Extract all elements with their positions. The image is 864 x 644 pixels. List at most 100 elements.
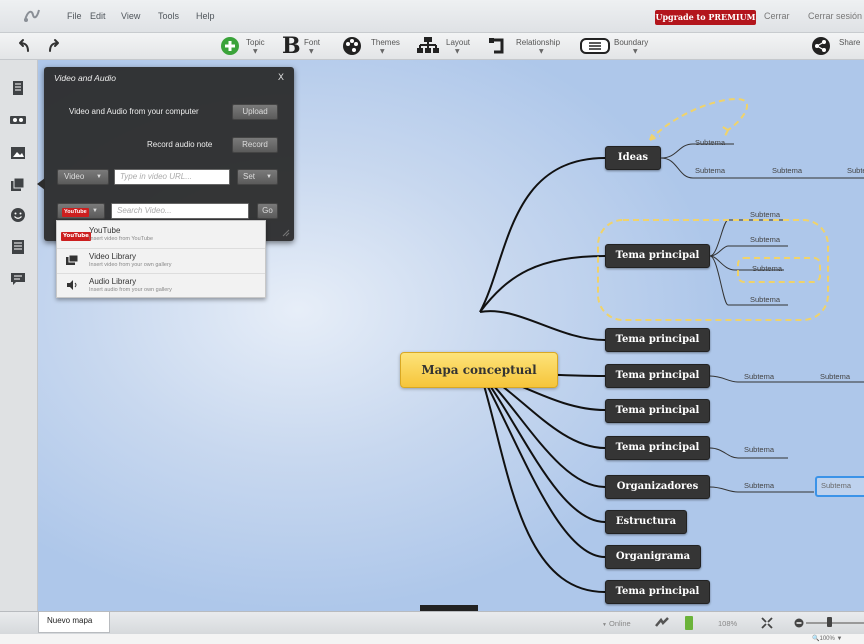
font-label: Font [304, 38, 321, 47]
comments-icon[interactable] [10, 272, 26, 286]
font-bold-icon: B [282, 33, 301, 59]
image-icon[interactable] [10, 146, 26, 160]
menu-view[interactable]: View [121, 11, 140, 21]
topic-tema-principal[interactable]: Tema principal [605, 328, 710, 352]
notes-icon[interactable] [10, 81, 26, 95]
set-button[interactable]: Set ▼ [237, 169, 278, 185]
topic-tema-principal[interactable]: Tema principal [605, 364, 710, 388]
dropdown-item-video-library[interactable]: Video Library Insert video from your own… [57, 248, 265, 272]
dropdown-item-title: Video Library [89, 252, 136, 261]
chevron-down-icon: ▼ [633, 48, 638, 55]
subtopic-boxed[interactable]: Subtema [752, 264, 782, 273]
layout-icon [417, 37, 439, 53]
go-button[interactable]: Go [257, 203, 278, 219]
chevron-down-icon: ▼ [380, 48, 385, 55]
speaker-icon [65, 280, 79, 291]
logout-link[interactable]: Cerrar sesión [808, 11, 862, 21]
dropdown-item-audio-library[interactable]: Audio Library Insert audio from your own… [57, 273, 265, 297]
set-label: Set [243, 172, 256, 181]
subtopic[interactable]: Subtema [695, 138, 725, 147]
add-topic-icon [221, 37, 239, 55]
online-label: Online [609, 619, 631, 628]
chevron-down-icon: ▼ [96, 174, 102, 180]
themes-button[interactable]: Themes ▼ [342, 35, 407, 57]
undo-button[interactable] [16, 35, 32, 57]
bottom-strip: 🔍100% ▼ [0, 634, 864, 644]
close-link[interactable]: Cerrar [764, 11, 790, 21]
chevron-down-icon: ▼ [309, 48, 314, 55]
subtopic[interactable]: Subtema [750, 295, 780, 304]
video-library-icon [65, 254, 79, 266]
subtopic[interactable]: Subtema [750, 235, 780, 244]
search-video-input[interactable]: Search Video... [111, 203, 249, 219]
video-url-input[interactable]: Type in video URL... [114, 169, 230, 185]
layout-button[interactable]: Layout ▼ [417, 35, 479, 57]
zoom-out-icon[interactable] [794, 618, 804, 628]
boundary-button[interactable]: Boundary ▼ [580, 35, 660, 57]
resize-handle-icon[interactable] [282, 229, 290, 237]
link-icon[interactable] [10, 113, 26, 127]
video-type-select[interactable]: Video ▼ [57, 169, 109, 185]
topic-tema-principal[interactable]: Tema principal [605, 436, 710, 460]
subtopic[interactable]: Subtema [695, 166, 725, 175]
chevron-down-icon: ▼ [92, 208, 98, 214]
dropdown-item-desc: Insert audio from your own gallery [89, 287, 172, 293]
subtopic[interactable]: Subtema [772, 166, 802, 175]
close-icon[interactable]: X [278, 73, 284, 83]
topic-organigrama[interactable]: Organigrama [605, 545, 701, 569]
subtopic[interactable]: Subtema [750, 210, 780, 219]
tab-nuevo-mapa[interactable]: Nuevo mapa [38, 612, 110, 633]
upload-button[interactable]: Upload [232, 104, 278, 120]
subtopic[interactable]: Subtema [744, 481, 774, 490]
dropdown-item-youtube[interactable]: YouTube YouTube Insert video from YouTub… [57, 223, 265, 247]
share-icon [812, 37, 830, 55]
menu-file[interactable]: File [67, 11, 82, 21]
record-button[interactable]: Record [232, 137, 278, 153]
undo-icon [19, 39, 29, 52]
youtube-icon: YouTube [61, 232, 91, 241]
central-topic[interactable]: Mapa conceptual [400, 352, 558, 388]
video-select-label: Video [64, 172, 85, 181]
palette-icon [343, 37, 361, 55]
zoom-slider-handle[interactable] [827, 617, 832, 627]
subtopic[interactable]: Subtema [847, 166, 864, 175]
task-list-icon[interactable] [10, 240, 26, 254]
font-button[interactable]: B Font ▼ [282, 33, 332, 59]
topic-tema-principal[interactable]: Tema principal [605, 244, 710, 268]
subtopic[interactable]: Subtema [820, 372, 850, 381]
dropdown-item-desc: Insert video from your own gallery [89, 262, 172, 268]
menu-edit[interactable]: Edit [90, 11, 106, 21]
video-audio-panel: Video and Audio X Video and Audio from y… [44, 67, 294, 241]
sync-icon[interactable] [653, 616, 671, 630]
topic-ideas[interactable]: Ideas [605, 146, 661, 170]
themes-label: Themes [371, 38, 400, 47]
layout-label: Layout [446, 38, 471, 47]
chevron-down-icon: ▼ [539, 48, 544, 55]
zoom-indicator: 🔍100% ▼ [812, 635, 842, 642]
upgrade-premium-button[interactable]: Upgrade to PREMIUM [655, 10, 756, 25]
topic-tema-principal[interactable]: Tema principal [605, 399, 710, 423]
panel-pointer [37, 178, 45, 190]
redo-button[interactable] [46, 35, 62, 57]
online-status: ▼ Online [602, 619, 631, 628]
topic-estructura[interactable]: Estructura [605, 510, 687, 534]
app-window: File Edit View Tools Help Upgrade to PRE… [0, 0, 864, 644]
video-audio-icon[interactable] [10, 177, 26, 192]
status-bar: ▼ Online 108% [0, 611, 864, 634]
topic-button[interactable]: Topic ▼ [220, 35, 272, 57]
fit-to-screen-icon[interactable] [761, 617, 773, 629]
menu-help[interactable]: Help [196, 11, 215, 21]
share-button[interactable]: Share [811, 35, 864, 57]
menu-tools[interactable]: Tools [158, 11, 179, 21]
relationship-label: Relationship [516, 38, 561, 47]
subtopic[interactable]: Subtema [744, 372, 774, 381]
relationship-button[interactable]: Relationship ▼ [488, 35, 576, 57]
source-select[interactable]: YouTube ▼ [57, 203, 105, 219]
zoom-slider-track[interactable] [806, 622, 864, 624]
subtopic[interactable]: Subtema [744, 445, 774, 454]
chevron-down-icon: ▼ [836, 636, 843, 642]
selection-highlight [815, 476, 864, 497]
emoticon-icon[interactable] [10, 208, 26, 222]
topic-organizadores[interactable]: Organizadores [605, 475, 710, 499]
topic-tema-principal[interactable]: Tema principal [605, 580, 710, 604]
